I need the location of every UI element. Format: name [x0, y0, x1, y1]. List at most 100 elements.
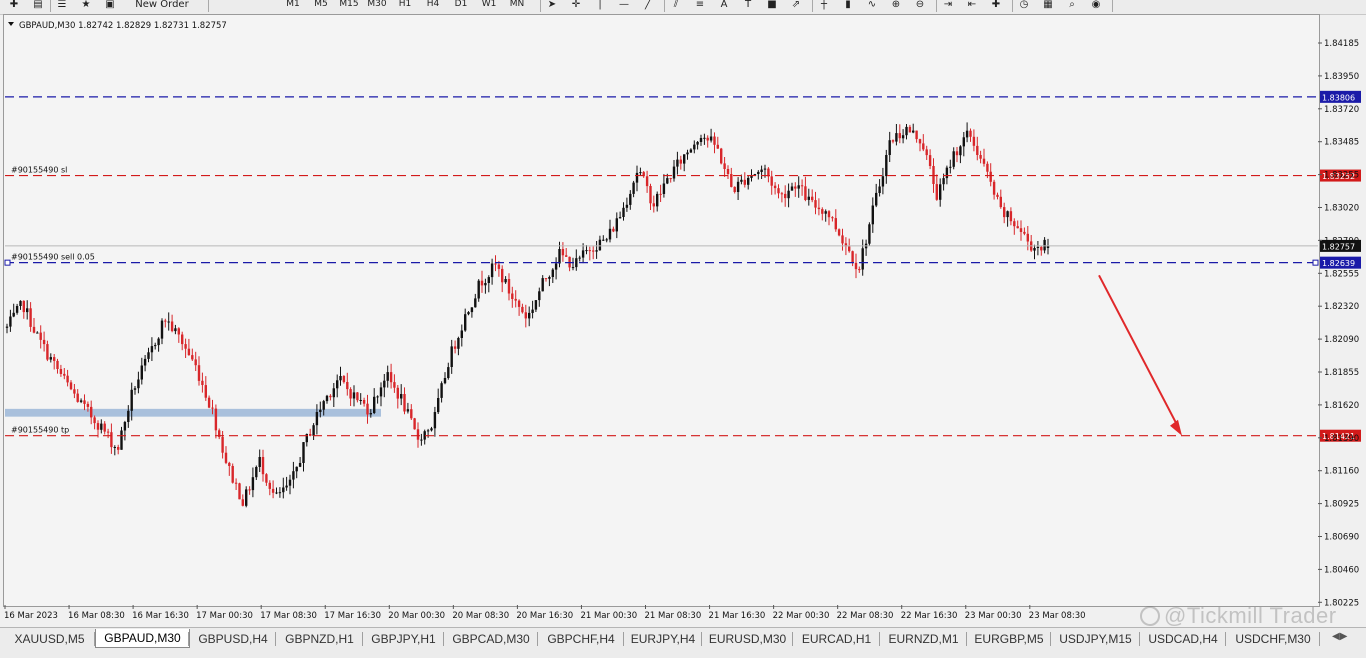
zoom-out-icon[interactable]: ⊖	[912, 0, 928, 12]
tab-xauusd-m5[interactable]: XAUUSD,M5	[4, 629, 95, 648]
timeframe-h4-button[interactable]: H4	[422, 0, 444, 12]
candle-body	[848, 246, 851, 252]
candle-body	[447, 367, 450, 378]
candle-body	[275, 492, 278, 494]
candle-body	[261, 457, 265, 475]
candle-body	[184, 344, 187, 349]
candle-body	[238, 483, 241, 500]
timeframe-m1-button[interactable]: M1	[282, 0, 304, 12]
tab-eurgbp-m5[interactable]: EURGBP,M5	[967, 629, 1051, 648]
candle-body	[164, 320, 167, 322]
price-tick-label: 1.83720	[1324, 105, 1359, 115]
candle-body	[760, 169, 763, 172]
periods-icon[interactable]: ◷	[1016, 0, 1032, 12]
tab-gbpusd-h4[interactable]: GBPUSD,H4	[190, 629, 276, 648]
candle-body	[773, 185, 777, 189]
candle-body	[854, 262, 858, 270]
candle-body	[608, 228, 612, 240]
tab-eurnzd-m1[interactable]: EURNZD,M1	[880, 629, 967, 648]
timeframe-mn-button[interactable]: MN	[506, 0, 528, 12]
candle-body	[329, 395, 332, 398]
timeframe-w1-button[interactable]: W1	[478, 0, 500, 12]
timeframe-m15-button[interactable]: M15	[338, 0, 360, 12]
tab-gbpchf-h4[interactable]: GBPCHF,H4	[538, 629, 624, 648]
candle-body	[271, 488, 275, 493]
line-chart-icon[interactable]: ∿	[864, 0, 880, 12]
candle-body	[426, 430, 430, 432]
tab-scroll-arrows-icon[interactable]: ◀▶	[1332, 631, 1347, 642]
chart-canvas[interactable]: GBPAUD,M30 1.82742 1.82829 1.82731 1.827…	[0, 14, 1366, 627]
price-tag-text: 1.83806	[1322, 93, 1355, 102]
tab-eurcad-h1[interactable]: EURCAD,H1	[793, 629, 880, 648]
candle-body	[127, 410, 130, 422]
candle-body	[464, 314, 467, 331]
new-order-button[interactable]: New Order	[128, 0, 196, 12]
time-tick-label: 20 Mar 08:30	[452, 611, 509, 621]
candle-body	[349, 389, 352, 399]
support-zone[interactable]	[5, 408, 381, 417]
rectangle-icon[interactable]: ■	[764, 0, 780, 12]
tab-gbpcad-m30[interactable]: GBPCAD,M30	[444, 629, 538, 648]
price-tick-label: 1.82090	[1324, 335, 1359, 345]
crosshair-icon[interactable]: ✛	[568, 0, 584, 12]
candle-body	[245, 489, 248, 506]
profiles-icon[interactable]: ▤	[30, 0, 46, 12]
templates-icon[interactable]: ▦	[1040, 0, 1056, 12]
chart-shift-icon[interactable]: ⇤	[964, 0, 980, 12]
time-tick-label: 23 Mar 00:30	[965, 611, 1022, 621]
zoom-in-icon[interactable]: ⊕	[888, 0, 904, 12]
candle-body	[278, 492, 282, 494]
candle-body	[666, 178, 669, 184]
fibonacci-icon[interactable]: ≡	[692, 0, 708, 12]
search-icon[interactable]: ⌕	[1064, 0, 1080, 12]
timeframe-m5-button[interactable]: M5	[310, 0, 332, 12]
timeframe-d1-button[interactable]: D1	[450, 0, 472, 12]
alerts-icon[interactable]: ◉	[1088, 0, 1104, 12]
line-handle-right[interactable]	[1312, 259, 1319, 266]
candle-body	[706, 137, 709, 141]
candle-body	[282, 487, 285, 493]
candlestick-icon[interactable]: ▮	[840, 0, 856, 12]
line-handle-left[interactable]	[4, 259, 11, 266]
tab-eurusd-m30[interactable]: EURUSD,M30	[702, 629, 793, 648]
candle-body	[453, 346, 457, 349]
favorites-icon[interactable]: ★	[78, 0, 94, 12]
chart-menu-icon[interactable]	[8, 22, 14, 26]
indicators-icon[interactable]: ✚	[988, 0, 1004, 12]
toolbar-separator	[1112, 0, 1113, 12]
candle-body	[474, 298, 477, 308]
candle-body	[86, 403, 90, 407]
vertical-line-icon[interactable]: │	[592, 0, 608, 12]
candle-body	[629, 193, 632, 205]
autoscroll-icon[interactable]: ⇥	[940, 0, 956, 12]
timeframe-m30-button[interactable]: M30	[366, 0, 388, 12]
candle-body	[575, 258, 578, 268]
time-tick-label: 21 Mar 16:30	[709, 611, 766, 621]
horizontal-line-icon[interactable]: —	[616, 0, 632, 12]
candle-body	[1013, 221, 1016, 227]
bar-chart-icon[interactable]: ┼	[816, 0, 832, 12]
tab-gbpjpy-h1[interactable]: GBPJPY,H1	[363, 629, 444, 648]
channel-icon[interactable]: ⫽	[668, 0, 684, 12]
candle-body	[524, 312, 527, 319]
candle-body	[858, 269, 861, 271]
new-chart-icon[interactable]: ✚	[6, 0, 22, 12]
arrows-icon[interactable]: ⇗	[788, 0, 804, 12]
tab-usdchf-m30[interactable]: USDCHF,M30	[1226, 629, 1320, 648]
text-icon[interactable]: A	[716, 0, 732, 12]
timeframe-h1-button[interactable]: H1	[394, 0, 416, 12]
trendline-icon[interactable]: ╱	[640, 0, 656, 12]
price-tick-label: 1.82790	[1324, 236, 1359, 246]
candle-body	[605, 239, 608, 241]
candle-body	[46, 344, 49, 360]
tab-gbpnzd-h1[interactable]: GBPNZD,H1	[276, 629, 363, 648]
cursor-icon[interactable]: ➤	[544, 0, 560, 12]
tab-gbpaud-m30[interactable]: GBPAUD,M30	[95, 629, 190, 648]
candle-body	[187, 348, 191, 356]
label-icon[interactable]: T	[740, 0, 756, 12]
tab-eurjpy-h4[interactable]: EURJPY,H4	[624, 629, 702, 648]
tab-usdjpy-m15[interactable]: USDJPY,M15	[1051, 629, 1140, 648]
market-watch-icon[interactable]: ☰	[54, 0, 70, 12]
tab-usdcad-h4[interactable]: USDCAD,H4	[1140, 629, 1226, 648]
navigator-icon[interactable]: ▣	[102, 0, 118, 12]
